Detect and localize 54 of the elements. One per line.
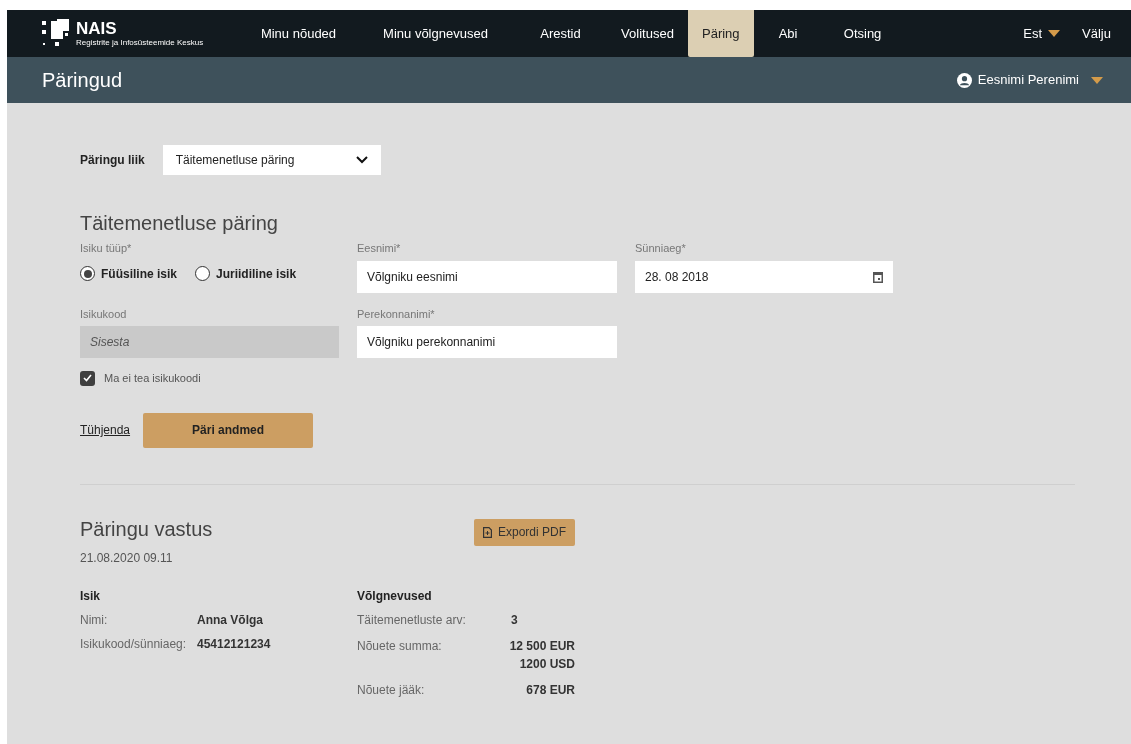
info-value: 45412121234: [197, 635, 271, 653]
clear-link[interactable]: Tühjenda: [80, 421, 131, 439]
last-name-field[interactable]: Võlgniku perekonnanimi: [357, 326, 617, 358]
field-label: Eesnimi*: [357, 241, 402, 256]
caret-icon: [1091, 76, 1103, 84]
logo-subtitle: Registrite ja Infosüsteemide Keskus: [76, 39, 204, 47]
logout-link[interactable]: Välju: [1082, 10, 1111, 57]
chevron-down-icon: [355, 156, 368, 164]
checkbox[interactable]: [80, 370, 95, 386]
field-label: Isikukood: [80, 306, 128, 322]
first-name-field[interactable]: Võlgniku eesnimi: [357, 260, 617, 293]
page-title: Päringud: [42, 68, 123, 93]
caret-icon: [1048, 30, 1061, 37]
field-label: Isiku tüüp*: [80, 241, 133, 256]
calendar-icon: [873, 270, 883, 283]
document-icon: [483, 526, 492, 538]
info-label: Nõuete summa:: [357, 637, 443, 655]
info-value: 12 500 EUR: [509, 637, 575, 655]
section-heading: Isik: [80, 587, 101, 605]
nav-tab[interactable]: Otsing: [822, 10, 903, 57]
checkbox-label: Ma ei tea isikukoodi: [104, 371, 201, 386]
language-dropdown[interactable]: Est: [1023, 10, 1061, 57]
form-heading: Täitemenetluse päring: [80, 211, 279, 236]
result-timestamp: 21.08.2020 09.11: [80, 549, 174, 567]
nav-tab[interactable]: Minu nõuded: [240, 10, 357, 57]
info-label: Nõuete jääk:: [357, 681, 426, 699]
query-type-dropdown[interactable]: Täitemenetluse päring: [162, 145, 381, 175]
info-label: Isikukood/sünniaeg:: [80, 635, 188, 653]
info-label: Nimi:: [80, 611, 109, 629]
field-label: Perekonnanimi*: [357, 306, 436, 322]
info-label: Täitemenetluste arv:: [357, 611, 467, 629]
query-type-label: Päringu liik: [80, 152, 145, 169]
nav-tab[interactable]: Arestid: [514, 10, 607, 57]
birth-date-field[interactable]: 28. 08 2018: [635, 260, 893, 293]
radio-option[interactable]: Füüsiline isik: [80, 264, 178, 283]
radio-option[interactable]: Juriidiline isik: [195, 264, 297, 283]
nav-tab[interactable]: Abi: [753, 10, 823, 57]
user-avatar-icon: [956, 72, 972, 88]
logo-icon: [42, 18, 72, 49]
logo-text: NAIS: [76, 20, 118, 37]
submit-button[interactable]: Päri andmed: [143, 412, 314, 448]
user-menu[interactable]: Eesnimi Perenimi: [956, 70, 1103, 90]
checkmark-icon: [83, 374, 92, 383]
info-value: Anna Võlga: [197, 611, 263, 629]
nav-tab[interactable]: Minu võlgnevused: [357, 10, 514, 57]
info-value: 3: [511, 611, 518, 629]
nav-tab[interactable]: Volitused: [607, 10, 688, 57]
result-heading: Päringu vastus: [80, 518, 214, 539]
section-heading: Võlgnevused: [357, 587, 433, 605]
export-pdf-button[interactable]: Expordi PDF: [474, 518, 576, 546]
field-label: Sünniaeg*: [635, 241, 687, 256]
info-value: 1200 USD: [519, 655, 575, 673]
nav-tab[interactable]: Päring: [688, 10, 754, 57]
info-value: 678 EUR: [526, 681, 575, 699]
